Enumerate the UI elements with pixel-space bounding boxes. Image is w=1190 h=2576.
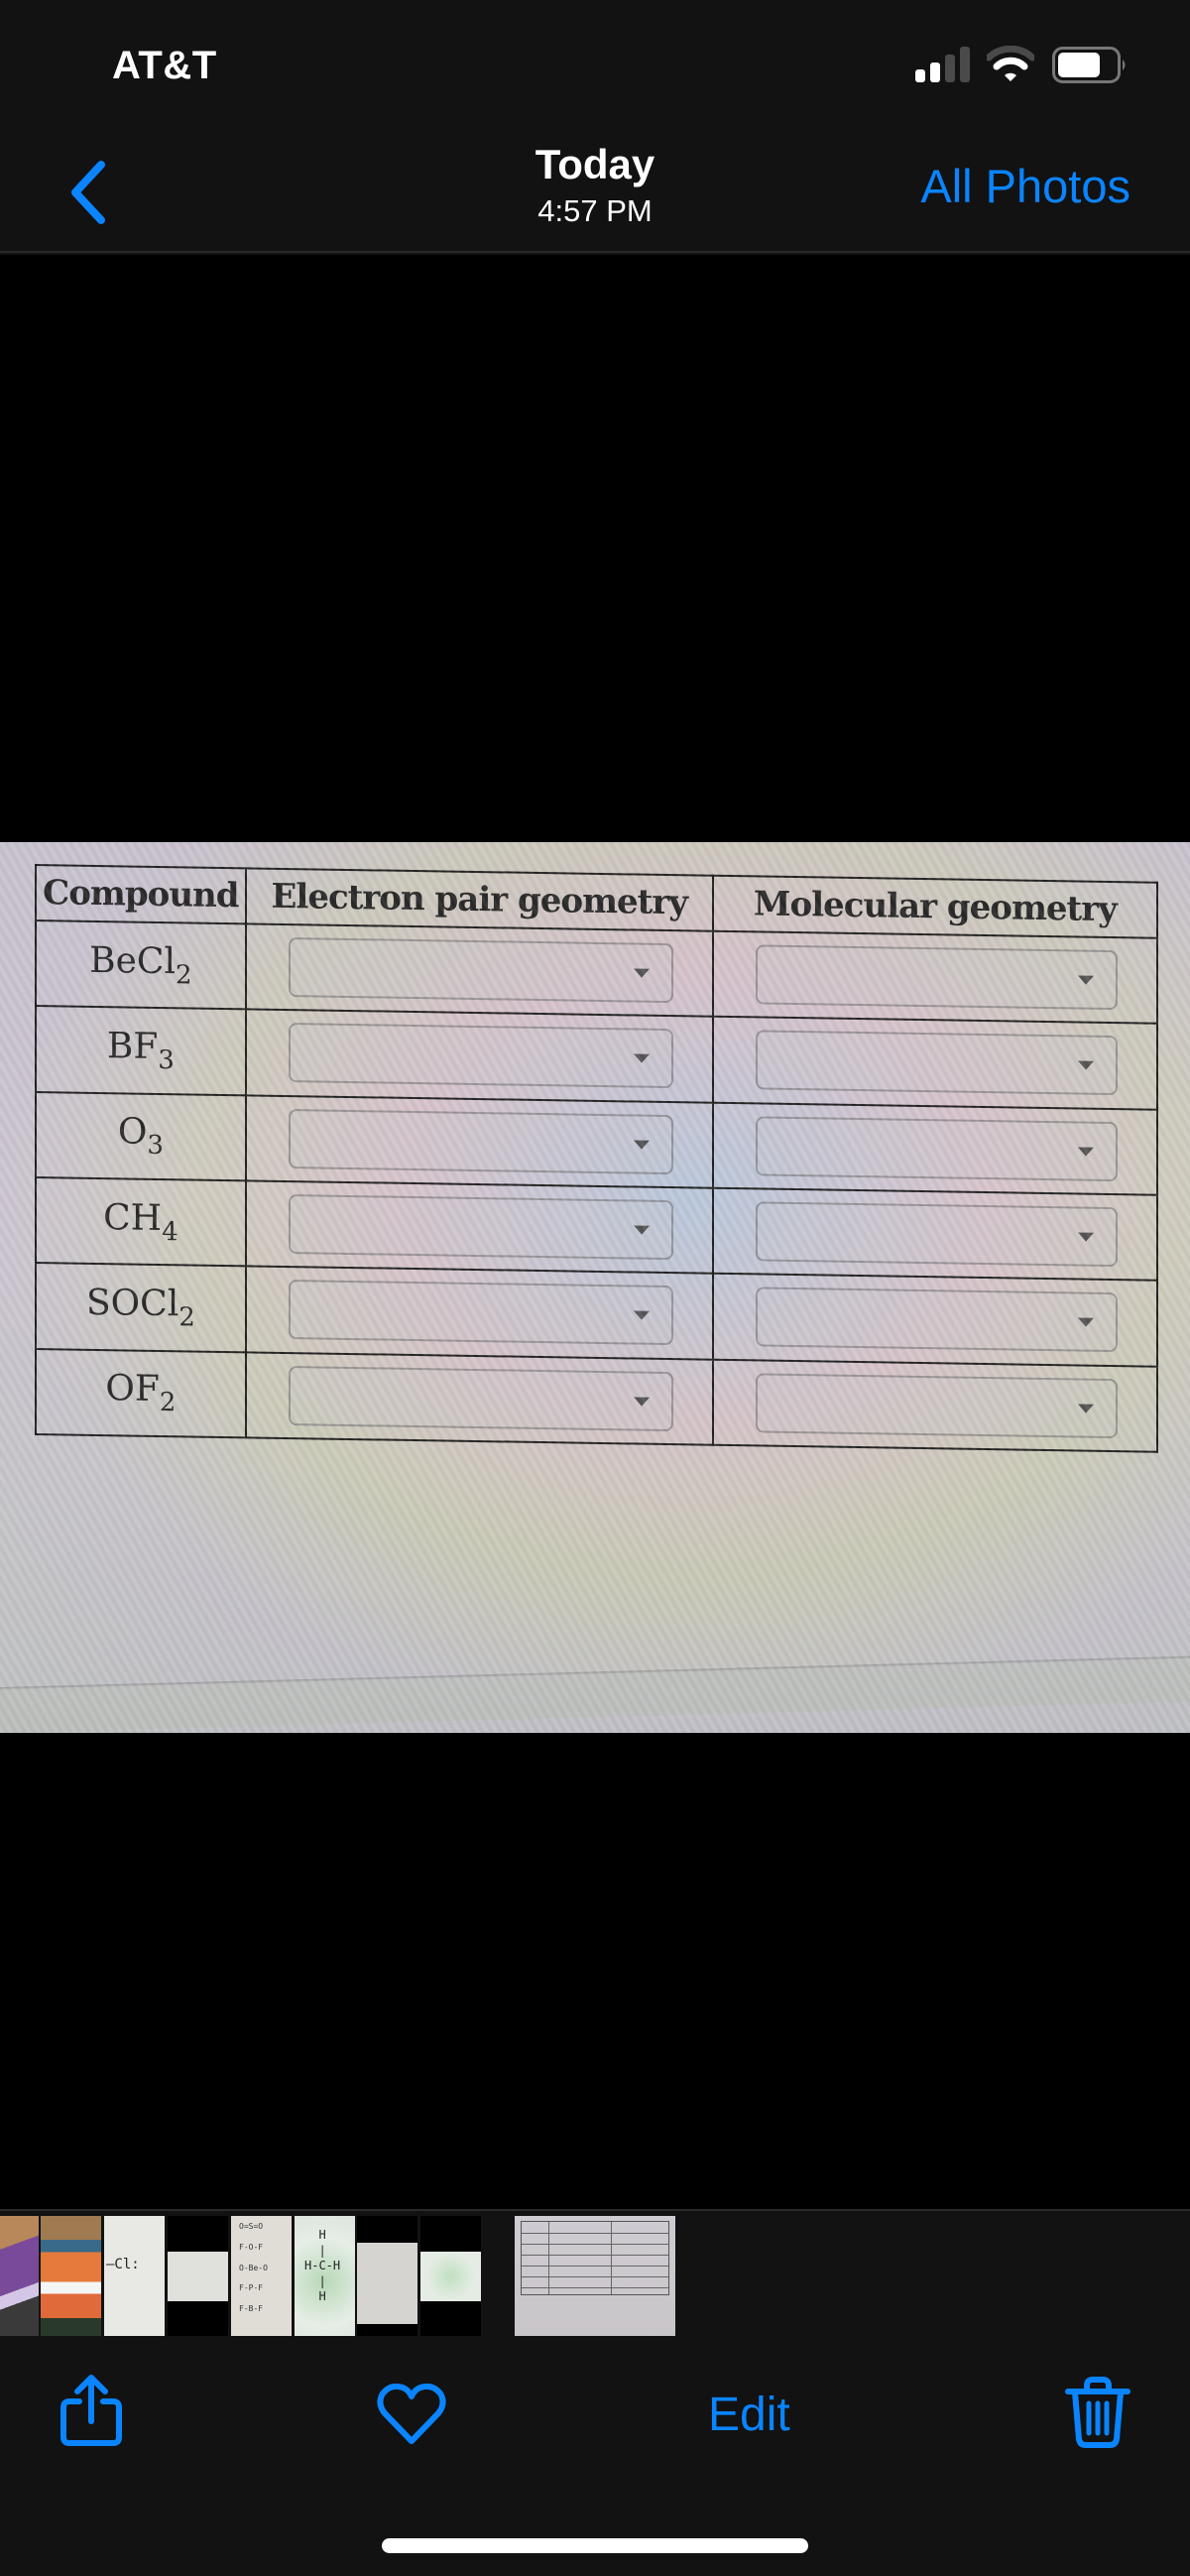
molecular-geometry-dropdown[interactable] (755, 1116, 1118, 1181)
header-electron-pair-geometry: Electron pair geometry (245, 868, 713, 931)
caret-down-icon (633, 1310, 650, 1321)
geometry-table: Compound Electron pair geometry Molecula… (35, 864, 1158, 1453)
battery-icon (1052, 47, 1126, 83)
caret-down-icon (1077, 1404, 1094, 1413)
carrier-label: AT&T (112, 44, 217, 87)
compound-formula: BF3 (106, 1026, 175, 1075)
molecular-geometry-dropdown[interactable] (755, 1287, 1118, 1353)
thumbnail[interactable]: —Cl: (104, 2216, 165, 2336)
thumbnail[interactable]: H | H-C-H | H (295, 2216, 355, 2336)
molecular-geometry-cell (712, 1102, 1157, 1195)
electron-pair-geometry-dropdown[interactable] (288, 1280, 673, 1346)
thumbnail-strip[interactable]: —Cl: O=S=O F-O-F O-Be-O F-P-F F-B-F H | … (0, 2209, 1190, 2338)
caret-down-icon (1077, 1232, 1094, 1242)
molecular-geometry-cell (712, 1359, 1157, 1452)
caret-down-icon (633, 968, 650, 978)
status-bar: AT&T (0, 0, 1190, 129)
formula-subscript: 3 (158, 1044, 175, 1076)
electron-pair-geometry-cell (245, 1180, 713, 1275)
molecular-geometry-cell (712, 1274, 1157, 1367)
formula-subscript: 2 (159, 1388, 177, 1418)
thumbnail[interactable] (0, 2216, 39, 2336)
compound-formula: SOCl2 (85, 1282, 195, 1333)
caret-down-icon (633, 1053, 650, 1064)
wifi-icon (987, 46, 1034, 81)
caret-down-icon (633, 1397, 650, 1407)
caret-down-icon (1077, 1061, 1094, 1071)
caret-down-icon (633, 1140, 650, 1150)
caret-down-icon (633, 1225, 650, 1235)
electron-pair-geometry-dropdown[interactable] (288, 1194, 673, 1261)
edit-button[interactable]: Edit (708, 2388, 790, 2443)
share-button[interactable] (58, 2374, 125, 2449)
formula-base: O (117, 1111, 148, 1154)
all-photos-button[interactable]: All Photos (920, 157, 1130, 216)
molecular-geometry-dropdown[interactable] (755, 1201, 1118, 1268)
compound-formula: O3 (117, 1111, 164, 1162)
compound-formula: OF2 (105, 1368, 176, 1417)
molecular-geometry-dropdown[interactable] (755, 1373, 1118, 1438)
thumbnail-selected[interactable] (515, 2216, 675, 2336)
thumbnail-lewis-label: O=S=O F-O-F O-Be-O F-P-F F-B-F (239, 2222, 268, 2314)
compound-formula: BeCl2 (89, 939, 191, 991)
thumbnail-lewis-label: H | H-C-H | H (304, 2228, 341, 2304)
home-indicator[interactable] (382, 2538, 808, 2553)
molecular-geometry-dropdown[interactable] (755, 944, 1118, 1011)
header-molecular-geometry: Molecular geometry (712, 875, 1157, 938)
table-row: OF2 (36, 1348, 1157, 1452)
molecular-geometry-dropdown[interactable] (755, 1030, 1118, 1096)
thumbnail[interactable] (420, 2216, 481, 2336)
electron-pair-geometry-cell (245, 1094, 713, 1188)
compound-formula: CH4 (103, 1196, 178, 1247)
formula-base: BF (106, 1026, 159, 1067)
share-icon (60, 2375, 122, 2446)
caret-down-icon (1077, 1317, 1094, 1328)
signal-icon (915, 47, 971, 82)
electron-pair-geometry-cell (245, 1351, 713, 1445)
formula-subscript: 2 (176, 959, 192, 991)
electron-pair-geometry-dropdown[interactable] (288, 1108, 673, 1174)
formula-subscript: 4 (162, 1216, 178, 1247)
thumbnail[interactable] (168, 2216, 228, 2336)
bottom-toolbar: Edit (0, 2338, 1190, 2497)
trash-icon (1065, 2377, 1130, 2448)
electron-pair-geometry-cell (245, 923, 713, 1018)
compound-cell: O3 (36, 1091, 246, 1181)
formula-subscript: 3 (147, 1131, 164, 1162)
compound-cell: BeCl2 (36, 920, 246, 1010)
compound-cell: CH4 (36, 1177, 246, 1267)
electron-pair-geometry-cell (245, 1266, 713, 1360)
formula-base: BeCl (89, 939, 176, 982)
compound-cell: SOCl2 (36, 1263, 246, 1352)
formula-subscript: 2 (178, 1302, 195, 1333)
photo-viewer[interactable]: Compound Electron pair geometry Molecula… (0, 255, 1190, 2209)
molecular-geometry-cell (712, 930, 1157, 1025)
caret-down-icon (1077, 1147, 1094, 1157)
molecular-geometry-cell (712, 1187, 1157, 1282)
favorite-button[interactable] (377, 2383, 446, 2445)
heart-icon (377, 2383, 446, 2444)
thumbnail[interactable] (41, 2216, 101, 2336)
thumbnail-lewis-label: —Cl: (106, 2257, 140, 2272)
delete-button[interactable] (1065, 2376, 1130, 2449)
molecular-geometry-cell (712, 1017, 1157, 1110)
electron-pair-geometry-dropdown[interactable] (288, 1023, 673, 1089)
photo-viewer-screen: AT&T Today 4:57 PM All Photos Compound E… (0, 0, 1190, 2576)
compound-cell: OF2 (36, 1348, 246, 1438)
electron-pair-geometry-cell (245, 1009, 713, 1103)
caret-down-icon (1077, 975, 1094, 985)
photo[interactable]: Compound Electron pair geometry Molecula… (0, 842, 1190, 1733)
header-compound: Compound (36, 865, 246, 924)
electron-pair-geometry-dropdown[interactable] (288, 937, 673, 1004)
electron-pair-geometry-dropdown[interactable] (288, 1365, 673, 1431)
formula-base: SOCl (85, 1282, 179, 1325)
thumbnail[interactable] (357, 2216, 417, 2336)
thumbnail-mini-table (521, 2221, 669, 2295)
compound-cell: BF3 (36, 1006, 246, 1095)
formula-base: CH (103, 1196, 163, 1239)
formula-base: OF (105, 1368, 160, 1411)
navigation-bar: Today 4:57 PM All Photos (0, 129, 1190, 253)
paper-edge (0, 1656, 1190, 1733)
thumbnail[interactable]: O=S=O F-O-F O-Be-O F-P-F F-B-F (231, 2216, 292, 2336)
